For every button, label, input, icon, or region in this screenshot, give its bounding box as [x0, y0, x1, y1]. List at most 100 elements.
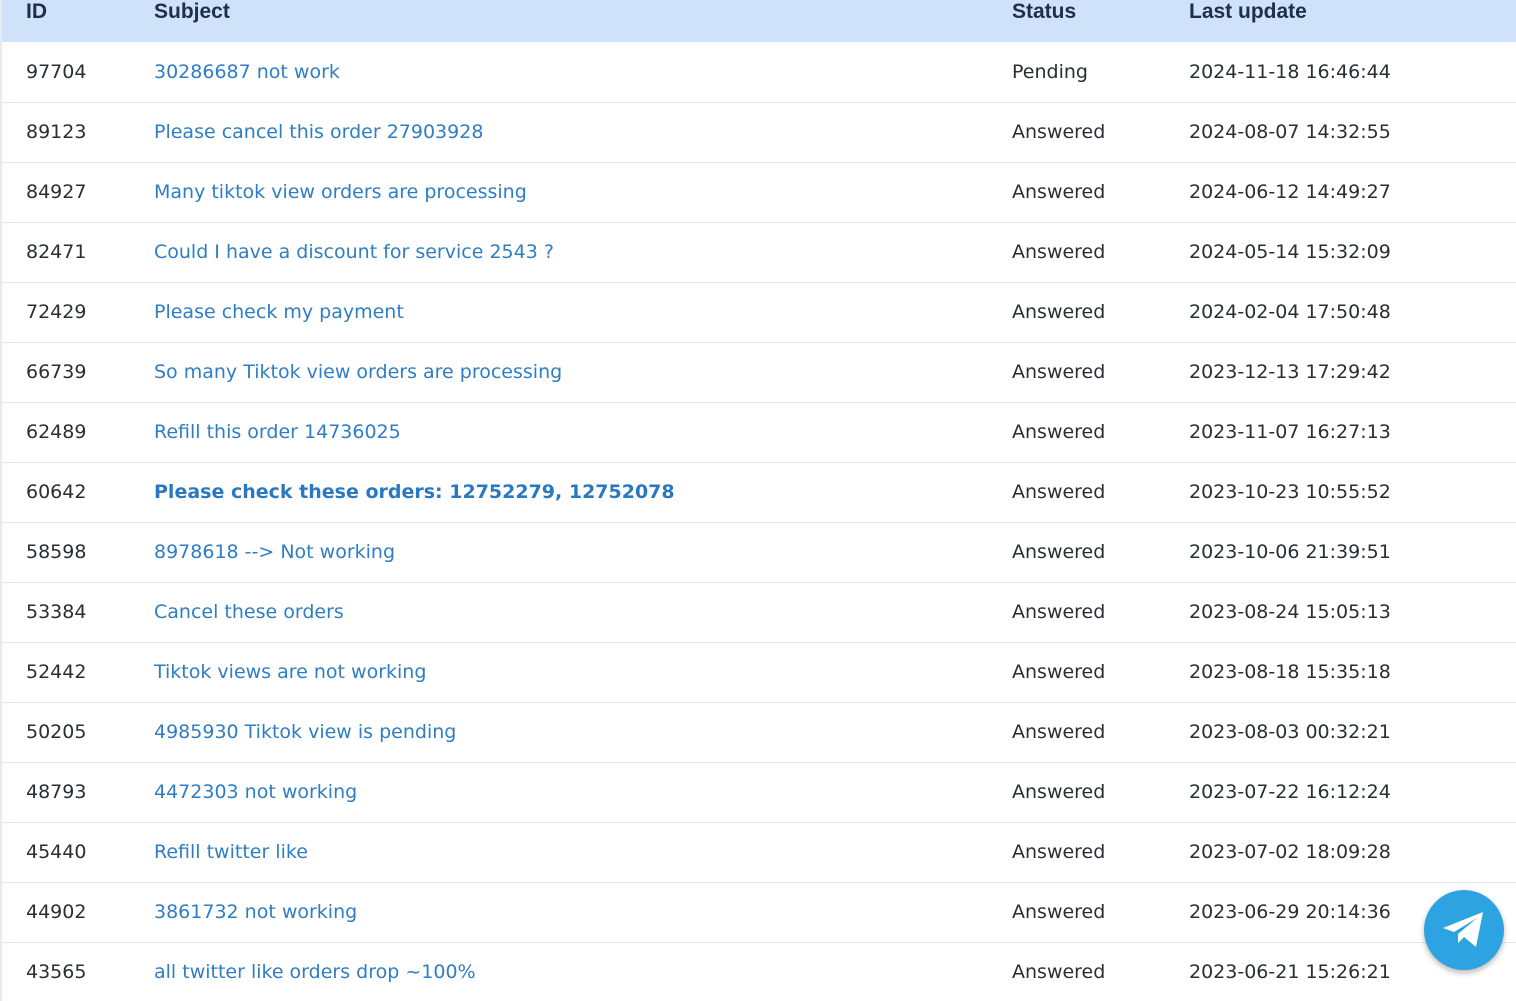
- table-row[interactable]: 48793 4472303 not working Answered 2023-07-…: [2, 762, 1516, 822]
- ticket-id: 45440: [26, 841, 87, 863]
- ticket-status: Answered: [1012, 961, 1106, 983]
- ticket-subject-link[interactable]: Many tiktok view orders are processing: [154, 181, 527, 203]
- table-row[interactable]: 89123 Please cancel this order 27903928 An…: [2, 102, 1516, 162]
- ticket-subject-link[interactable]: 30286687 not work: [154, 61, 340, 83]
- ticket-id: 53384: [26, 601, 87, 623]
- ticket-status: Answered: [1012, 541, 1106, 563]
- ticket-subject-link[interactable]: 8978618 --> Not working: [154, 541, 395, 563]
- ticket-subject-cell: Please check these orders: 12752279, 127…: [152, 462, 1009, 522]
- ticket-status: Answered: [1012, 181, 1106, 203]
- ticket-subject-cell: all twitter like orders drop ~100%: [152, 942, 1009, 1001]
- table-row[interactable]: 66739 So many Tiktok view orders are proc…: [2, 342, 1516, 402]
- ticket-last-update: 2024-11-18 16:46:44: [1189, 60, 1391, 83]
- ticket-last-update: 2023-10-06 21:39:51: [1189, 541, 1391, 563]
- ticket-status: Pending: [1012, 60, 1088, 83]
- ticket-subject-cell: Many tiktok view orders are processing: [152, 162, 1009, 222]
- ticket-subject-link[interactable]: Could I have a discount for service 2543…: [154, 241, 554, 263]
- ticket-status: Answered: [1012, 301, 1106, 323]
- ticket-subject-link[interactable]: Please cancel this order 27903928: [154, 121, 483, 143]
- table-row[interactable]: 44902 3861732 not working Answered 2023-06-…: [2, 882, 1516, 942]
- tickets-table: ID Subject Status Last update 97704 30286…: [2, 0, 1516, 1001]
- ticket-status: Answered: [1012, 661, 1106, 683]
- ticket-last-update: 2023-10-23 10:55:52: [1189, 481, 1391, 503]
- ticket-subject-link[interactable]: Please check these orders: 12752279, 127…: [154, 481, 675, 503]
- ticket-subject-link[interactable]: Please check my payment: [154, 301, 404, 323]
- table-row[interactable]: 45440 Refill twitter like Answered 2023-07-…: [2, 822, 1516, 882]
- table-row[interactable]: 62489 Refill this order 14736025 Answered 2…: [2, 402, 1516, 462]
- ticket-subject-cell: Tiktok views are not working: [152, 642, 1009, 702]
- ticket-subject-cell: 30286687 not work: [152, 42, 1009, 102]
- ticket-id: 58598: [26, 541, 87, 563]
- table-row[interactable]: 72429 Please check my payment Answered 2024…: [2, 282, 1516, 342]
- ticket-subject-cell: Please cancel this order 27903928: [152, 102, 1009, 162]
- telegram-button[interactable]: [1424, 890, 1504, 970]
- tickets-table-header: ID Subject Status Last update: [2, 0, 1516, 42]
- ticket-id: 52442: [26, 661, 87, 683]
- ticket-id: 82471: [26, 241, 87, 263]
- table-row[interactable]: 97704 30286687 not work Pending 2024-11-18 …: [2, 42, 1516, 102]
- ticket-id: 72429: [26, 301, 87, 323]
- ticket-id: 97704: [26, 60, 87, 83]
- ticket-id: 48793: [26, 781, 87, 803]
- ticket-subject-link[interactable]: Refill twitter like: [154, 841, 308, 863]
- ticket-last-update: 2023-11-07 16:27:13: [1189, 421, 1391, 443]
- table-row[interactable]: 84927 Many tiktok view orders are process…: [2, 162, 1516, 222]
- table-row[interactable]: 50205 4985930 Tiktok view is pending Answe…: [2, 702, 1516, 762]
- ticket-subject-cell: Could I have a discount for service 2543…: [152, 222, 1009, 282]
- ticket-subject-link[interactable]: 4472303 not working: [154, 781, 357, 803]
- tickets-table-body: 97704 30286687 not work Pending 2024-11-18 …: [2, 42, 1516, 1001]
- ticket-subject-cell: Please check my payment: [152, 282, 1009, 342]
- ticket-last-update: 2024-02-04 17:50:48: [1189, 301, 1391, 323]
- ticket-subject-cell: Cancel these orders: [152, 582, 1009, 642]
- table-row[interactable]: 52442 Tiktok views are not working Answere…: [2, 642, 1516, 702]
- ticket-status: Answered: [1012, 361, 1106, 383]
- ticket-id: 62489: [26, 421, 87, 443]
- ticket-subject-link[interactable]: Refill this order 14736025: [154, 421, 401, 443]
- ticket-subject-cell: 4985930 Tiktok view is pending: [152, 702, 1009, 762]
- ticket-subject-link[interactable]: 3861732 not working: [154, 901, 357, 923]
- ticket-subject-cell: So many Tiktok view orders are processin…: [152, 342, 1009, 402]
- ticket-status: Answered: [1012, 901, 1106, 923]
- ticket-status: Answered: [1012, 781, 1106, 803]
- ticket-status: Answered: [1012, 841, 1106, 863]
- ticket-subject-cell: Refill this order 14736025: [152, 402, 1009, 462]
- ticket-subject-cell: 4472303 not working: [152, 762, 1009, 822]
- ticket-subject-link[interactable]: Cancel these orders: [154, 601, 344, 623]
- ticket-last-update: 2023-12-13 17:29:42: [1189, 361, 1391, 383]
- ticket-last-update: 2023-08-18 15:35:18: [1189, 661, 1391, 683]
- ticket-id: 44902: [26, 901, 87, 923]
- ticket-id: 66739: [26, 361, 87, 383]
- tickets-page: ID Subject Status Last update 97704 30286…: [0, 0, 1516, 1001]
- ticket-status: Answered: [1012, 241, 1106, 263]
- ticket-last-update: 2023-08-24 15:05:13: [1189, 601, 1391, 623]
- table-row[interactable]: 82471 Could I have a discount for service…: [2, 222, 1516, 282]
- ticket-id: 43565: [26, 961, 87, 983]
- ticket-id: 50205: [26, 721, 87, 743]
- ticket-id: 84927: [26, 181, 87, 203]
- ticket-subject-link[interactable]: 4985930 Tiktok view is pending: [154, 721, 456, 743]
- ticket-status: Answered: [1012, 601, 1106, 623]
- table-row[interactable]: 53384 Cancel these orders Answered 2023-08-…: [2, 582, 1516, 642]
- table-row[interactable]: 43565 all twitter like orders drop ~100% A…: [2, 942, 1516, 1001]
- ticket-last-update: 2024-06-12 14:49:27: [1189, 181, 1391, 203]
- ticket-last-update: 2024-05-14 15:32:09: [1189, 241, 1391, 263]
- ticket-last-update: 2024-08-07 14:32:55: [1189, 121, 1391, 143]
- ticket-subject-link[interactable]: all twitter like orders drop ~100%: [154, 961, 476, 983]
- ticket-subject-cell: Refill twitter like: [152, 822, 1009, 882]
- column-header-status: Status: [1012, 0, 1077, 23]
- ticket-id: 60642: [26, 481, 87, 503]
- ticket-status: Answered: [1012, 121, 1106, 143]
- ticket-last-update: 2023-08-03 00:32:21: [1189, 721, 1391, 743]
- ticket-subject-cell: 8978618 --> Not working: [152, 522, 1009, 582]
- column-header-subject: Subject: [154, 0, 230, 23]
- ticket-subject-link[interactable]: Tiktok views are not working: [154, 661, 426, 683]
- table-row[interactable]: 60642 Please check these orders: 12752279…: [2, 462, 1516, 522]
- ticket-id: 89123: [26, 121, 87, 143]
- table-row[interactable]: 58598 8978618 --> Not working Answered 2023…: [2, 522, 1516, 582]
- column-header-last-update: Last update: [1189, 0, 1307, 23]
- telegram-icon: [1443, 912, 1483, 947]
- ticket-subject-link[interactable]: So many Tiktok view orders are processin…: [154, 361, 562, 383]
- ticket-last-update: 2023-07-02 18:09:28: [1189, 841, 1391, 863]
- ticket-status: Answered: [1012, 421, 1106, 443]
- column-header-id: ID: [26, 0, 47, 23]
